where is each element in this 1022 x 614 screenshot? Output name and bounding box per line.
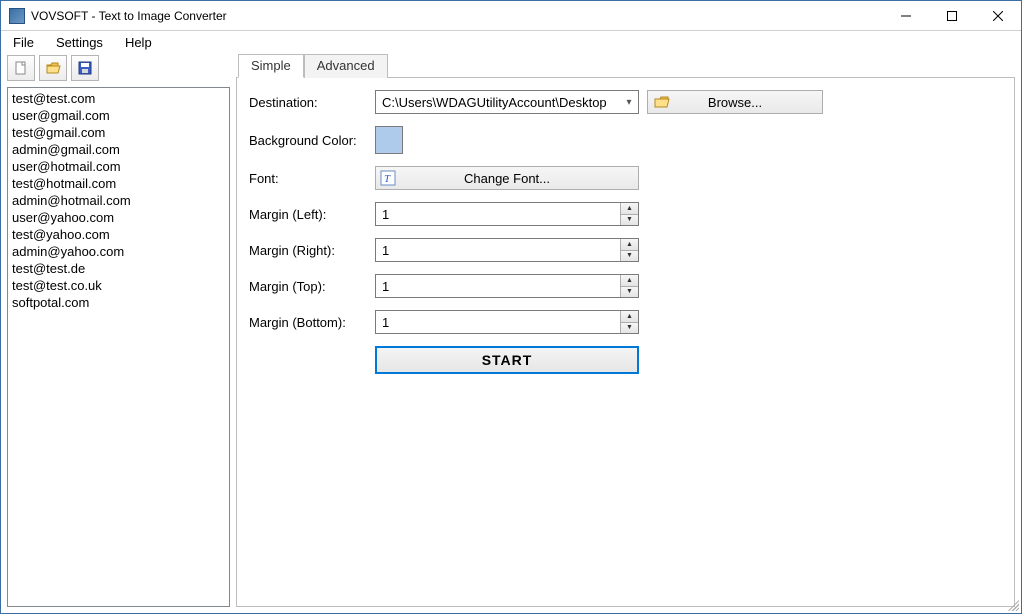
spinner-down-icon[interactable]: ▼ [621,323,638,334]
browse-label: Browse... [708,95,762,110]
tab-content-simple: Destination: C:\Users\WDAGUtilityAccount… [236,77,1015,607]
list-item[interactable]: test@test.com [12,90,225,107]
list-item[interactable]: admin@yahoo.com [12,243,225,260]
change-font-label: Change Font... [464,171,550,186]
margin-left-spinner[interactable]: ▲ ▼ [375,202,639,226]
change-font-button[interactable]: T Change Font... [375,166,639,190]
font-label: Font: [249,171,375,186]
right-panel: Simple Advanced Destination: C:\Users\WD… [236,53,1015,607]
folder-icon [654,95,670,109]
open-folder-icon [45,60,61,76]
list-item[interactable]: user@gmail.com [12,107,225,124]
open-button[interactable] [39,55,67,81]
tabs: Simple Advanced [238,53,1015,77]
close-icon [993,11,1003,21]
margin-right-spinner[interactable]: ▲ ▼ [375,238,639,262]
list-item[interactable]: admin@gmail.com [12,141,225,158]
destination-value: C:\Users\WDAGUtilityAccount\Desktop [376,95,620,110]
toolbar [7,53,230,83]
list-item[interactable]: test@hotmail.com [12,175,225,192]
list-item[interactable]: user@hotmail.com [12,158,225,175]
margin-bottom-spinner[interactable]: ▲ ▼ [375,310,639,334]
new-button[interactable] [7,55,35,81]
spinner-down-icon[interactable]: ▼ [621,251,638,262]
resize-grip[interactable] [1005,597,1019,611]
list-item[interactable]: admin@hotmail.com [12,192,225,209]
start-label: START [482,352,533,368]
spinner-up-icon[interactable]: ▲ [621,275,638,287]
destination-label: Destination: [249,95,375,110]
body: test@test.comuser@gmail.comtest@gmail.co… [1,21,1021,613]
maximize-icon [947,11,957,21]
svg-text:T: T [384,173,391,185]
bgcolor-swatch[interactable] [375,126,403,154]
margin-left-label: Margin (Left): [249,207,375,222]
destination-combo[interactable]: C:\Users\WDAGUtilityAccount\Desktop ▾ [375,90,639,114]
spinner-buttons: ▲ ▼ [620,311,638,333]
margin-top-input[interactable] [376,275,620,297]
spinner-buttons: ▲ ▼ [620,239,638,261]
minimize-icon [901,11,911,21]
list-item[interactable]: softpotal.com [12,294,225,311]
text-list[interactable]: test@test.comuser@gmail.comtest@gmail.co… [7,87,230,607]
list-item[interactable]: user@yahoo.com [12,209,225,226]
left-panel: test@test.comuser@gmail.comtest@gmail.co… [7,53,230,607]
tab-simple[interactable]: Simple [238,54,304,78]
start-button[interactable]: START [375,346,639,374]
list-item[interactable]: test@test.co.uk [12,277,225,294]
app-window: VOVSOFT - Text to Image Converter File S… [0,0,1022,614]
spinner-up-icon[interactable]: ▲ [621,311,638,323]
spinner-down-icon[interactable]: ▼ [621,287,638,298]
list-item[interactable]: test@yahoo.com [12,226,225,243]
margin-top-spinner[interactable]: ▲ ▼ [375,274,639,298]
spinner-buttons: ▲ ▼ [620,203,638,225]
margin-left-input[interactable] [376,203,620,225]
list-item[interactable]: test@gmail.com [12,124,225,141]
margin-top-label: Margin (Top): [249,279,375,294]
bgcolor-label: Background Color: [249,133,375,148]
spinner-up-icon[interactable]: ▲ [621,239,638,251]
margin-right-label: Margin (Right): [249,243,375,258]
margin-bottom-input[interactable] [376,311,620,333]
save-icon [77,60,93,76]
browse-button[interactable]: Browse... [647,90,823,114]
spinner-down-icon[interactable]: ▼ [621,215,638,226]
list-item[interactable]: test@test.de [12,260,225,277]
font-icon: T [380,170,396,186]
spinner-up-icon[interactable]: ▲ [621,203,638,215]
margin-bottom-label: Margin (Bottom): [249,315,375,330]
margin-right-input[interactable] [376,239,620,261]
tab-advanced[interactable]: Advanced [304,54,388,78]
chevron-down-icon: ▾ [620,97,638,108]
new-file-icon [13,60,29,76]
spinner-buttons: ▲ ▼ [620,275,638,297]
save-button[interactable] [71,55,99,81]
